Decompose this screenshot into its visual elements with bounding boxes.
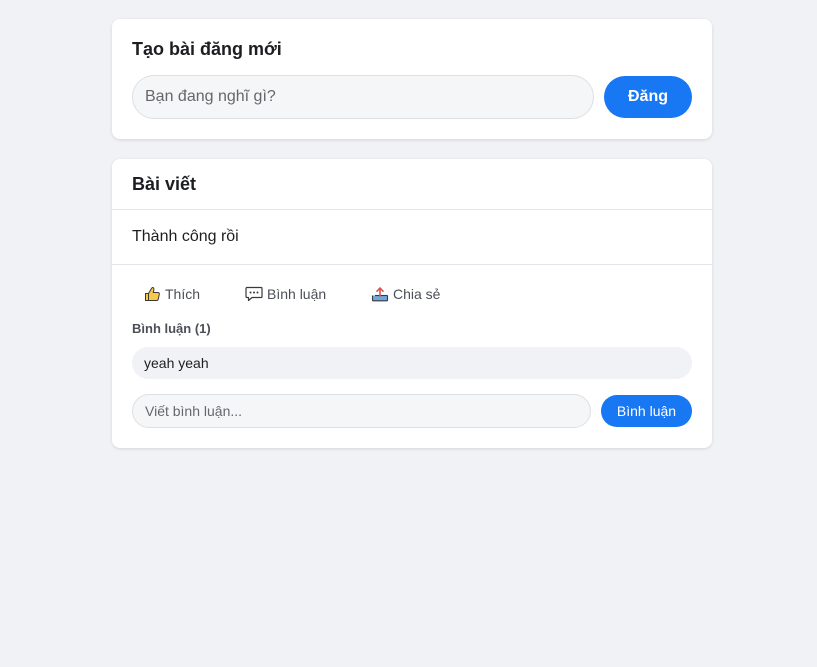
create-post-row: Đăng xyxy=(132,75,692,119)
comment-button[interactable]: Bình luận xyxy=(245,283,326,305)
post-content: Thành công rồi xyxy=(112,210,712,265)
post-actions: Thích Bình luận Chia sẻ xyxy=(132,283,692,305)
post-header-title: Bài viết xyxy=(132,174,197,194)
like-button[interactable]: Thích xyxy=(144,283,200,305)
comment-submit-button[interactable]: Bình luận xyxy=(601,395,692,427)
thumbs-up-icon xyxy=(144,286,161,302)
share-tray-icon xyxy=(371,286,389,302)
create-post-card: Tạo bài đăng mới Đăng xyxy=(112,19,712,139)
post-header: Bài viết xyxy=(112,159,712,210)
post-card: Bài viết Thành công rồi Thích Bình luận … xyxy=(112,159,712,448)
create-post-title: Tạo bài đăng mới xyxy=(132,39,282,59)
like-label: Thích xyxy=(165,286,201,302)
comment-item: yeah yeah xyxy=(132,347,692,379)
speech-bubble-icon xyxy=(245,286,263,302)
comment-label: Bình luận xyxy=(267,286,327,302)
post-text-input[interactable] xyxy=(132,75,594,119)
comment-input[interactable] xyxy=(132,394,591,428)
comments-heading: Bình luận (1) xyxy=(132,321,211,336)
share-button[interactable]: Chia sẻ xyxy=(371,283,440,305)
post-submit-button[interactable]: Đăng xyxy=(604,76,692,118)
share-label: Chia sẻ xyxy=(393,286,441,302)
